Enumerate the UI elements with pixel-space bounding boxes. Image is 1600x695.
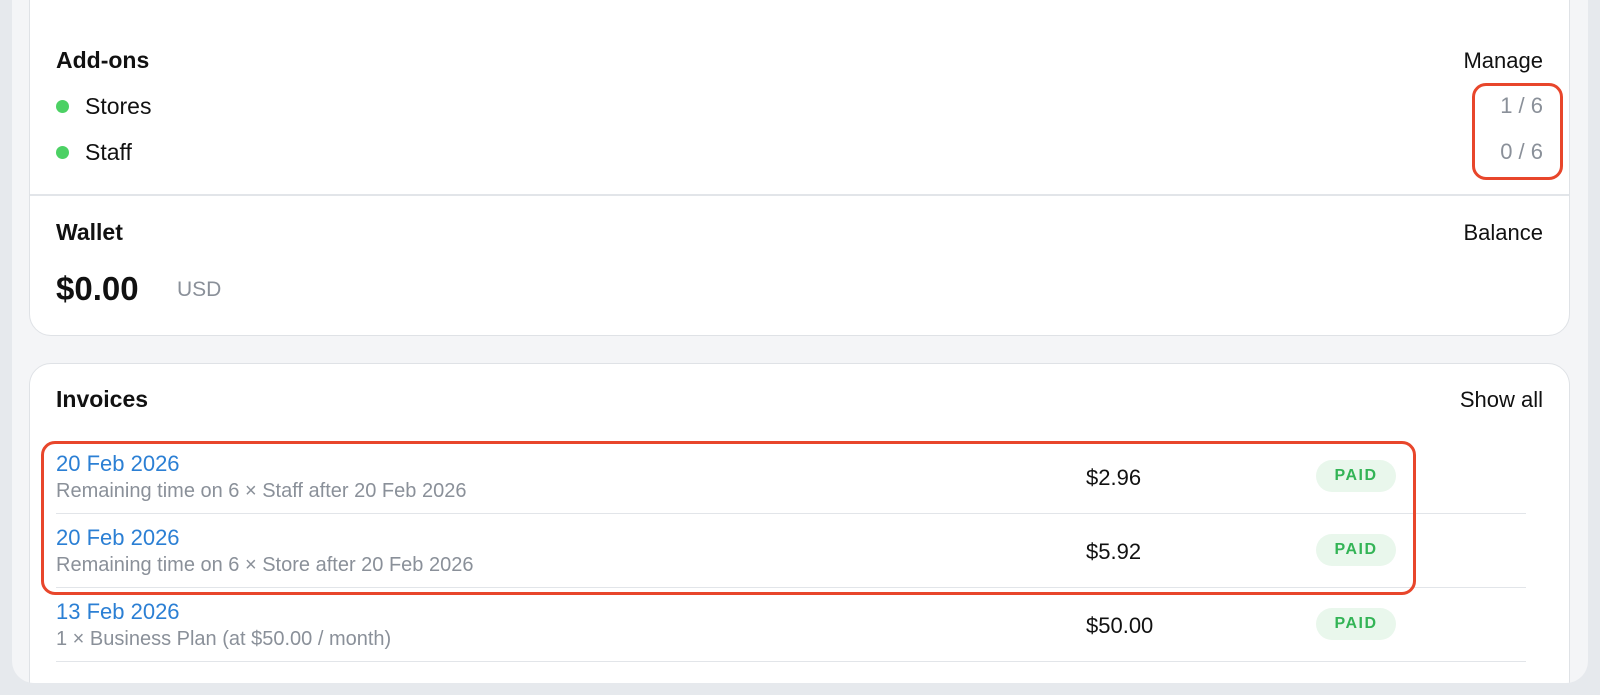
invoices-title: Invoices bbox=[56, 386, 149, 412]
status-dot-icon bbox=[56, 145, 69, 159]
section-divider bbox=[30, 194, 1569, 196]
invoice-amount: $50.00 bbox=[1086, 613, 1154, 638]
addon-count: 1 / 6 bbox=[1500, 93, 1543, 118]
addon-item-staff: Staff 0 / 6 bbox=[56, 137, 1543, 167]
addon-label: Staff bbox=[85, 138, 132, 165]
subscription-card: Add-ons Manage Stores 1 / 6 Staff 0 / 6 … bbox=[29, 0, 1570, 336]
invoice-row: 13 Feb 2026 1 × Business Plan (at $50.00… bbox=[56, 588, 1526, 662]
paid-status-badge: PAID bbox=[1316, 534, 1396, 566]
status-dot-icon bbox=[56, 99, 69, 113]
invoices-card: Invoices Show all 20 Feb 2026 Remaining … bbox=[29, 363, 1570, 683]
wallet-title: Wallet bbox=[56, 219, 123, 245]
invoice-description: 1 × Business Plan (at $50.00 / month) bbox=[56, 628, 392, 650]
invoice-date-link[interactable]: 20 Feb 2026 bbox=[56, 525, 180, 551]
wallet-currency: USD bbox=[177, 278, 222, 301]
addon-label: Stores bbox=[85, 92, 152, 119]
addon-count: 0 / 6 bbox=[1500, 139, 1543, 164]
invoice-amount: $2.96 bbox=[1086, 465, 1142, 490]
wallet-amount: $0.00 bbox=[56, 270, 139, 307]
addon-item-stores: Stores 1 / 6 bbox=[56, 91, 1543, 121]
wallet-balance-button[interactable]: Balance bbox=[1463, 220, 1543, 246]
show-all-invoices-link[interactable]: Show all bbox=[1460, 387, 1543, 413]
invoice-row: 20 Feb 2026 Remaining time on 6 × Staff … bbox=[56, 440, 1526, 514]
invoice-date-link[interactable]: 20 Feb 2026 bbox=[56, 451, 180, 477]
invoice-description: Remaining time on 6 × Store after 20 Feb… bbox=[56, 554, 474, 576]
billing-page: Add-ons Manage Stores 1 / 6 Staff 0 / 6 … bbox=[12, 0, 1588, 683]
paid-status-badge: PAID bbox=[1316, 608, 1396, 640]
manage-addons-button[interactable]: Manage bbox=[1463, 48, 1543, 74]
addons-title: Add-ons bbox=[56, 47, 150, 73]
invoice-date-link[interactable]: 13 Feb 2026 bbox=[56, 599, 180, 625]
invoice-row: 20 Feb 2026 Remaining time on 6 × Store … bbox=[56, 514, 1526, 588]
paid-status-badge: PAID bbox=[1316, 460, 1396, 492]
invoice-amount: $5.92 bbox=[1086, 539, 1142, 564]
invoice-description: Remaining time on 6 × Staff after 20 Feb… bbox=[56, 480, 467, 502]
